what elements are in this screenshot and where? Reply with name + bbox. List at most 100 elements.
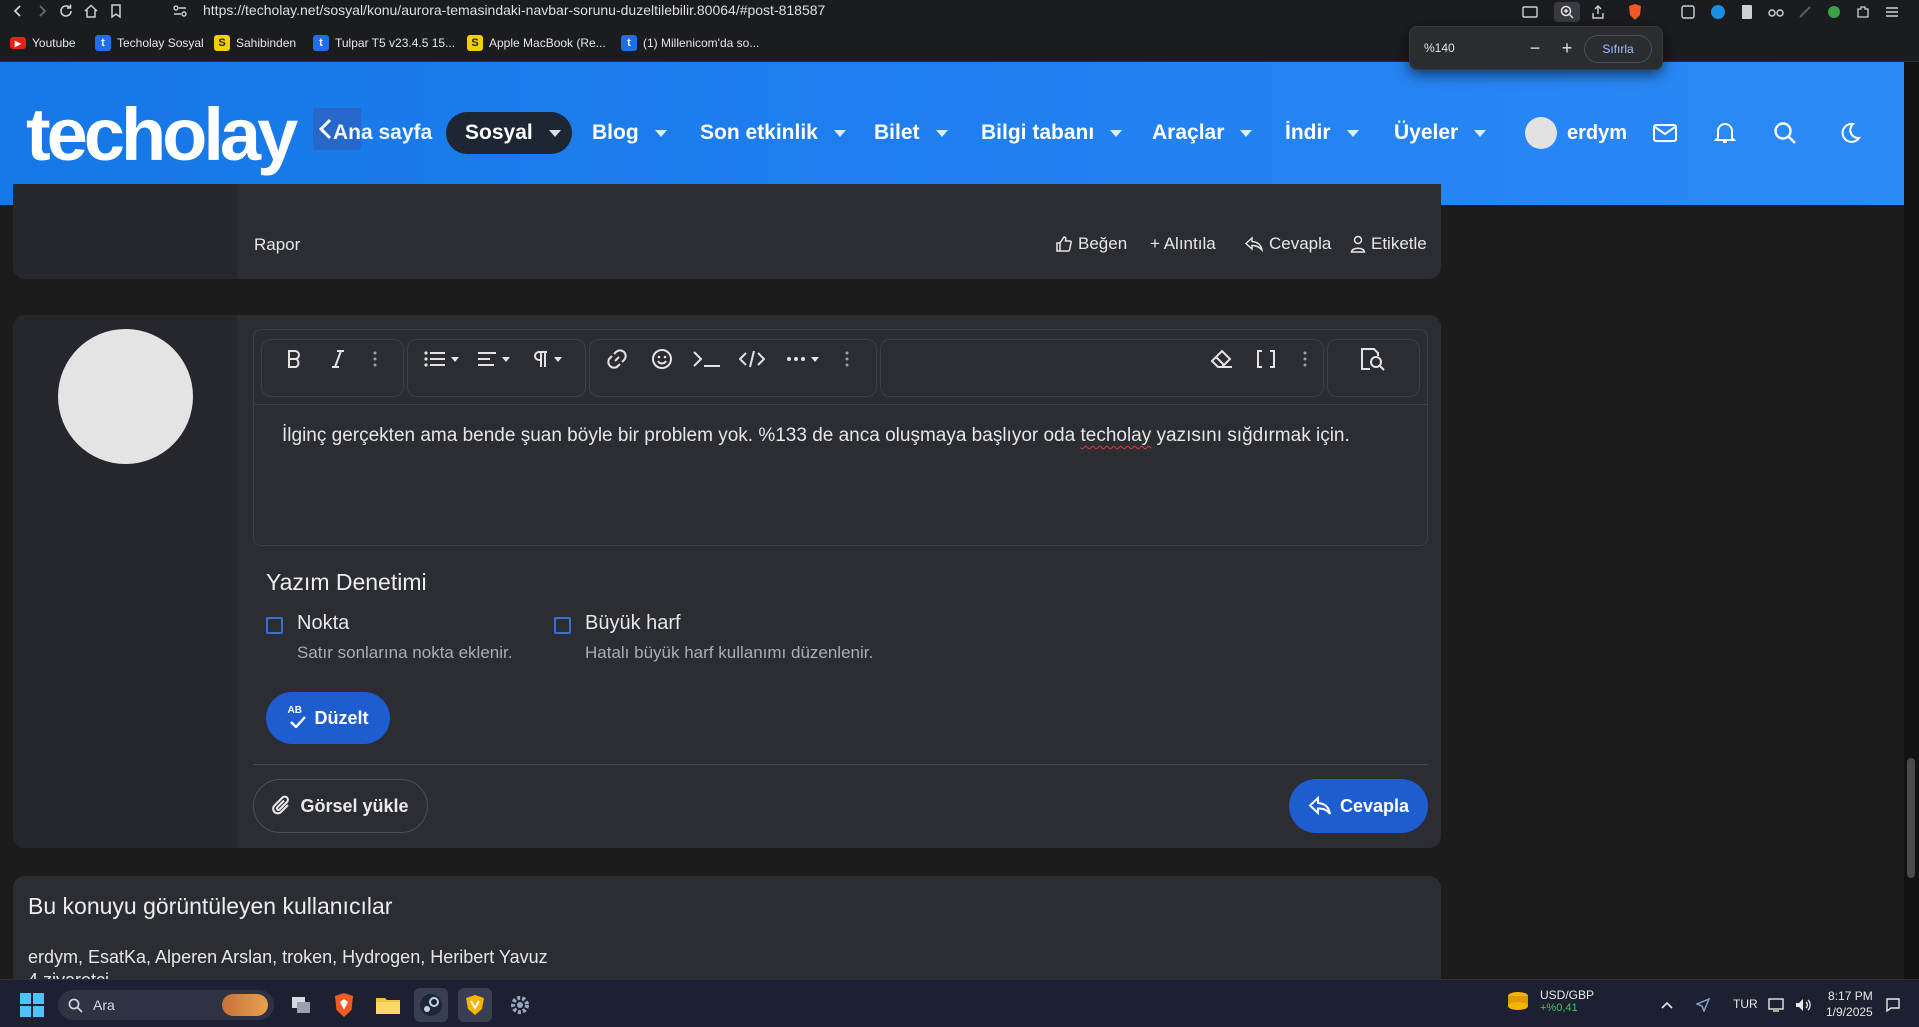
extensions-puzzle-icon[interactable] [1853,2,1873,22]
align-icon[interactable] [472,345,514,373]
zoom-icon[interactable] [1554,2,1580,22]
more-vertical-icon[interactable] [367,345,383,373]
chevron-down-icon[interactable] [654,129,667,137]
task-view-icon[interactable] [284,988,318,1022]
user-menu[interactable]: erdym [1525,117,1627,149]
brackets-icon[interactable] [1252,345,1280,373]
preview-icon[interactable] [1358,345,1388,373]
site-info-icon[interactable] [170,1,190,21]
nav-araclar[interactable]: Araçlar [1152,117,1253,149]
taskbar-search[interactable]: Ara [58,990,274,1020]
bookmark-tulpar[interactable]: t Tulpar T5 v23.4.5 15... [313,33,455,53]
buyuk-harf-checkbox[interactable] [554,617,571,634]
mail-icon[interactable] [1650,118,1680,148]
bookmark-millenicom[interactable]: t (1) Millenicom'da so... [621,33,759,53]
nav-uyeler[interactable]: Üyeler [1394,117,1487,149]
fix-button[interactable]: AB Düzelt [266,692,390,744]
list-icon[interactable] [420,345,462,373]
bell-icon[interactable] [1710,118,1740,148]
brave-shield-icon[interactable] [1625,2,1645,22]
windows-start-icon[interactable] [20,993,44,1017]
mention-button[interactable]: Etiketle [1350,234,1427,254]
more-vertical-icon[interactable] [1297,345,1313,373]
zoom-in-button[interactable]: + [1556,37,1578,59]
terminal-icon[interactable] [691,345,723,373]
forward-icon[interactable] [32,1,52,21]
share-icon[interactable] [1588,2,1608,22]
chevron-down-icon[interactable] [1240,129,1253,137]
extension-leaf-icon[interactable] [1824,2,1844,22]
extension-skype-icon[interactable] [1708,2,1728,22]
editor-content[interactable]: İlginç gerçekten ama bende şuan böyle bi… [282,421,1402,450]
chevron-up-icon[interactable] [1654,988,1680,1022]
volume-icon[interactable] [1790,988,1816,1022]
site-logo[interactable]: techolay [26,98,298,172]
back-icon[interactable] [8,1,28,21]
zoom-reset-button[interactable]: Sıfırla [1584,35,1652,63]
upload-image-button[interactable]: Görsel yükle [253,779,428,833]
reload-icon[interactable] [56,1,76,21]
bookmark-youtube[interactable]: ▶ Youtube [10,33,76,53]
viewers-list[interactable]: erdym, EsatKa, Alperen Arslan, troken, H… [28,947,548,968]
link-icon[interactable] [603,345,631,373]
reply-submit-button[interactable]: Cevapla [1289,779,1428,833]
chevron-down-icon[interactable] [1346,129,1359,137]
chevron-down-icon[interactable] [1474,129,1487,137]
scrollbar-thumb[interactable] [1907,758,1915,878]
brave-browser-icon[interactable] [327,988,361,1022]
option-label[interactable]: Nokta [297,612,349,635]
address-bar[interactable]: https://techolay.net/sosyal/konu/aurora-… [203,2,825,18]
home-icon[interactable] [81,1,101,21]
more-horizontal-icon[interactable] [782,345,822,373]
extension-page-icon[interactable] [1737,2,1757,22]
location-icon[interactable] [1690,988,1716,1022]
more-vertical-icon[interactable] [839,345,855,373]
misspelled-word[interactable]: techolay [1080,425,1151,446]
nav-indir[interactable]: İndir [1285,117,1359,149]
steam-icon[interactable] [414,988,448,1022]
cast-icon[interactable] [1520,2,1540,22]
code-icon[interactable] [738,345,766,373]
chevron-down-icon[interactable] [548,129,561,137]
extension-pen-icon[interactable] [1795,2,1815,22]
menu-icon[interactable] [1882,2,1902,22]
keyboard-language[interactable]: TUR [1733,997,1758,1011]
nav-son-etkinlik[interactable]: Son etkinlik [700,117,846,149]
dark-mode-icon[interactable] [1835,118,1865,148]
nav-bilet[interactable]: Bilet [874,117,948,149]
file-explorer-icon[interactable] [371,988,405,1022]
bookmark-macbook[interactable]: S Apple MacBook (Re... [467,33,606,53]
report-link[interactable]: Rapor [254,235,300,255]
chevron-down-icon[interactable] [1110,129,1123,137]
nav-blog[interactable]: Blog [592,117,667,149]
bookmark-sahibinden[interactable]: S Sahibinden [214,33,296,53]
chevron-down-icon[interactable] [935,129,948,137]
extension-glasses-icon[interactable] [1766,2,1786,22]
extension-reader-icon[interactable] [1678,2,1698,22]
bookmark-techolay-sosyal[interactable]: t Techolay Sosyal [95,33,204,53]
quote-button[interactable]: + Alıntıla [1150,234,1216,254]
zoom-out-button[interactable]: − [1524,37,1546,59]
clock[interactable]: 8:17 PM 1/9/2025 [1826,988,1873,1020]
notifications-icon[interactable] [1880,988,1906,1022]
network-icon[interactable] [1764,988,1790,1022]
reply-link[interactable]: Cevapla [1244,234,1331,254]
eraser-icon[interactable] [1207,345,1237,373]
nokta-checkbox[interactable] [266,617,283,634]
chevron-down-icon[interactable] [833,129,846,137]
italic-icon[interactable] [324,345,352,373]
nav-bilgi-tabani[interactable]: Bilgi tabanı [981,117,1123,149]
stock-widget[interactable]: USD/GBP +%0,41 [1506,988,1594,1014]
avatar[interactable] [58,329,193,464]
vpn-shield-icon[interactable] [458,988,492,1022]
option-label[interactable]: Büyük harf [585,612,681,635]
emoji-icon[interactable] [648,345,676,373]
settings-gear-icon[interactable] [503,988,537,1022]
search-icon[interactable] [1770,118,1800,148]
nav-sosyal[interactable]: Sosyal [446,112,572,154]
bookmark-icon[interactable] [106,1,126,21]
like-button[interactable]: Beğen [1055,234,1127,254]
nav-home[interactable]: Ana sayfa [333,117,432,149]
paragraph-icon[interactable] [526,345,568,373]
bold-icon[interactable] [280,345,308,373]
